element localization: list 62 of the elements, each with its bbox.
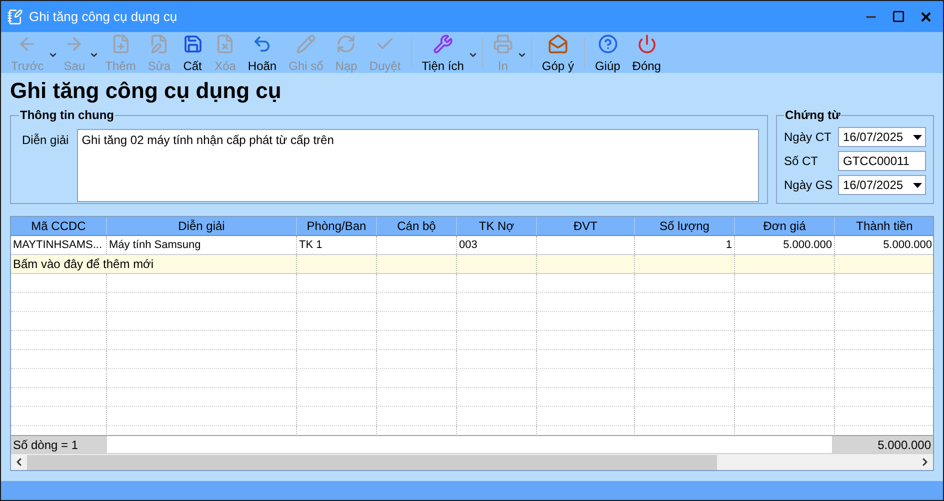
help-icon (598, 34, 618, 54)
row-count: Số dòng = 1 (11, 436, 107, 453)
file-edit-icon (149, 34, 170, 54)
total-amount: 5.000.000 (833, 436, 933, 453)
table-cell: 003 (457, 236, 537, 254)
scrollbar-thumb[interactable] (27, 454, 717, 470)
refresh-icon (336, 34, 356, 54)
save-icon (182, 34, 203, 54)
column-header[interactable]: Đơn giá (735, 217, 835, 235)
field-label: Diễn giải (22, 132, 69, 149)
input-field[interactable]: GTCC00011 (838, 151, 926, 171)
wrench-icon (432, 34, 453, 54)
printer-icon (492, 34, 513, 54)
horizontal-scrollbar[interactable] (11, 453, 933, 470)
toolbar-button[interactable]: Cất (176, 32, 209, 74)
window-title: Ghi tăng công cụ dụng cụ (29, 8, 178, 26)
undo-icon (252, 34, 272, 54)
toolbar-separator (482, 38, 483, 68)
table-cell: MAYTINHSAMS... (11, 236, 107, 254)
column-header[interactable]: Cán bộ (377, 217, 457, 235)
envelope-icon (548, 34, 568, 54)
column-header[interactable]: Phòng/Ban (297, 217, 377, 235)
toolbar-separator (584, 38, 585, 68)
panel-title: Chứng từ (784, 107, 842, 124)
close-icon[interactable] (919, 10, 933, 24)
toolbar-button[interactable]: Đóng (626, 32, 667, 74)
field-label: Ngày GS (784, 177, 834, 194)
column-header[interactable]: Diễn giải (107, 217, 297, 235)
power-icon (636, 34, 657, 54)
date-picker[interactable]: 16/07/2025 (838, 127, 926, 147)
file-delete-icon (215, 34, 236, 54)
column-header[interactable]: ĐVT (537, 217, 635, 235)
date-value: 16/07/2025 (843, 177, 904, 194)
date-value: 16/07/2025 (843, 129, 904, 146)
maximize-icon[interactable] (892, 10, 905, 23)
table-cell: 5.000.000 (835, 236, 933, 254)
add-new-row-hint[interactable]: Bấm vào đây để thêm mới (13, 255, 156, 273)
table-cell: Máy tính Samsung (107, 236, 297, 254)
file-plus-icon (110, 34, 130, 54)
table-cell: TK 1 (297, 236, 377, 254)
toolbar-button[interactable]: Góp ý (536, 32, 580, 74)
toolbar-separator (410, 38, 412, 68)
description-field[interactable]: Ghi tăng 02 máy tính nhận cấp phát từ cấp trên (76, 129, 759, 202)
column-header[interactable]: Số lượng (635, 217, 735, 235)
toolbar-button[interactable]: Tiện ích (416, 32, 470, 74)
date-picker[interactable]: 16/07/2025 (838, 175, 926, 195)
toolbar-button[interactable]: Giúp (588, 32, 626, 74)
column-header[interactable]: Thành tiền (835, 217, 933, 235)
dropdown-caret-icon (913, 134, 922, 140)
field-label: Số CT (784, 153, 820, 170)
toolbar-button[interactable]: Hoãn (242, 32, 283, 74)
dropdown-caret-icon (913, 182, 922, 188)
table-cell: 1 (635, 236, 735, 254)
notepad-icon (7, 8, 23, 24)
page-heading: Ghi tăng công cụ dụng cụ (10, 78, 282, 104)
table-cell: 5.000.000 (735, 236, 835, 254)
panel-title: Thông tin chung (19, 107, 115, 124)
toolbar-separator (530, 38, 532, 68)
column-header[interactable]: Mã CCDC (11, 217, 107, 235)
pencil-icon (296, 34, 316, 54)
field-label: Ngày CT (784, 129, 832, 146)
column-header[interactable]: TK Nợ (457, 217, 537, 235)
